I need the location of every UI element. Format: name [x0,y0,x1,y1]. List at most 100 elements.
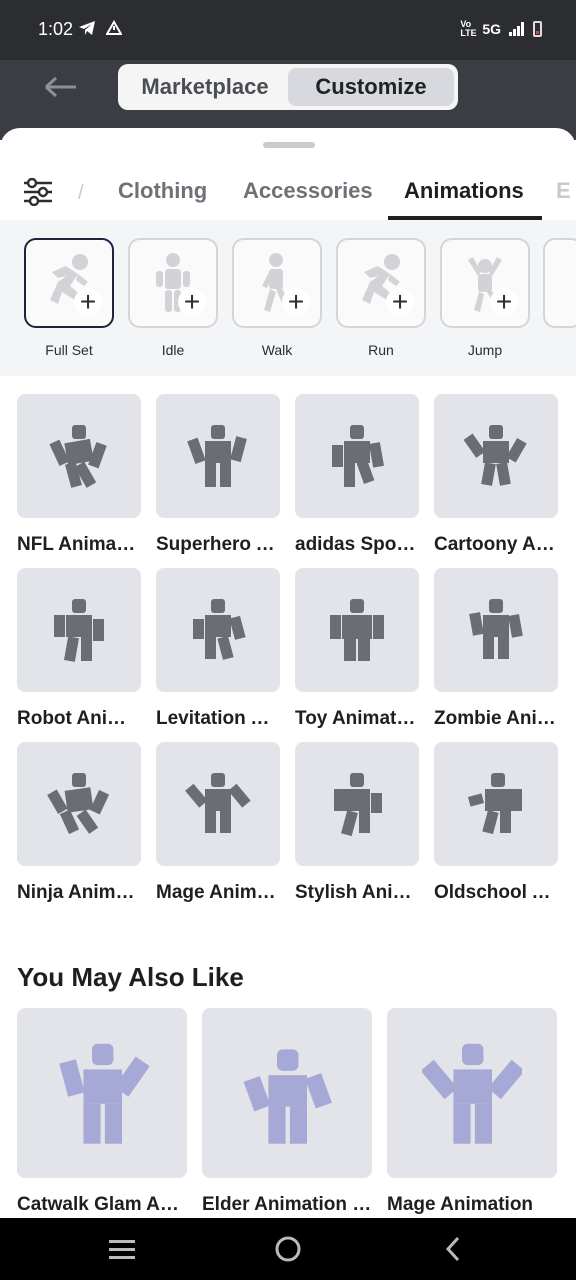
item-card[interactable]: Superhero Animation Pack [156,394,280,556]
item-name: Zombie Animation Pack [434,708,558,729]
item-name: Superhero Animation Pack [156,534,280,555]
back-arrow-icon[interactable] [42,72,78,102]
status-notification-icons [78,20,122,36]
item-card[interactable]: adidas Sports Animation Pack [295,394,419,556]
item-card[interactable]: Cartoony Animation Pack [434,394,558,556]
tab-animations[interactable]: Animations [404,178,524,204]
marketplace-customize-toggle: Marketplace Customize [118,64,458,110]
slot-box: + [440,238,530,328]
item-thumbnail [156,568,280,692]
filter-icon[interactable] [22,178,54,206]
back-icon[interactable] [436,1234,472,1264]
item-thumbnail [156,742,280,866]
add-icon: + [74,288,102,316]
status-time: 1:02 [38,19,74,39]
tab-accessories[interactable]: Accessories [243,178,373,204]
item-card[interactable]: Zombie Animation Pack [434,568,558,730]
item-thumbnail [295,568,419,692]
item-thumbnail [295,742,419,866]
item-card[interactable]: Mage Animation Pack [156,742,280,904]
item-name: Levitation Animation Pack [156,708,280,729]
slot-full-set[interactable]: + Full Set [24,238,114,358]
item-name: Toy Animation Pack [295,708,419,729]
slot-partial[interactable] [543,238,576,328]
item-name: NFL Animation Pack [17,534,141,555]
avatar-figure-icon [422,1043,522,1144]
avatar-figure-icon [59,1043,150,1144]
item-thumbnail [17,394,141,518]
avatar-figure-icon [243,1049,332,1144]
add-icon: + [282,288,310,316]
item-thumbnail [17,568,141,692]
segment-marketplace[interactable]: Marketplace [122,68,288,106]
tab-separator: / [78,182,84,204]
item-name: Oldschool Animation Pack [434,882,558,903]
tab-emotes-partial[interactable]: E [556,178,571,204]
status-system-icons: Vo LTE 5G [460,20,542,38]
item-card[interactable]: Levitation Animation Pack [156,568,280,730]
system-nav-bar [0,1218,576,1280]
item-thumbnail [202,1008,372,1178]
slot-label: Run [368,342,394,358]
sheet-drag-handle[interactable] [263,142,315,148]
avatar-figure-icon [463,425,527,486]
avatar-figure-icon [332,425,384,487]
volte-label: Vo LTE [460,19,477,38]
segment-customize[interactable]: Customize [288,68,454,106]
item-card[interactable]: Toy Animation Pack [295,568,419,730]
item-name: Stylish Animation Pack [295,882,419,903]
add-icon: + [490,288,518,316]
slot-walk[interactable]: + Walk [232,238,322,358]
item-card[interactable]: Stylish Animation Pack [295,742,419,904]
item-name: Mage Animation Pack [156,882,280,903]
item-thumbnail [434,394,558,518]
category-tabs: / Clothing Accessories Animations E [0,164,576,220]
avatar-figure-icon [193,599,246,660]
slot-box: + [336,238,426,328]
recommended-item-card[interactable]: Catwalk Glam Animation Pack [17,1008,187,1216]
item-name: Catwalk Glam Animation Pack [17,1194,187,1215]
item-thumbnail [434,568,558,692]
slot-box: + [232,238,322,328]
slot-run[interactable]: + Run [336,238,426,358]
slot-label: Jump [467,342,503,358]
slot-box: + [24,238,114,328]
item-name: Robot Animation Pack [17,708,141,729]
home-icon[interactable] [270,1234,306,1264]
avatar-figure-icon [49,425,107,488]
recents-menu-icon[interactable] [104,1234,140,1264]
item-name: Mage Animation [387,1194,534,1215]
slot-idle[interactable]: + Idle [128,238,218,358]
avatar-figure-icon [185,773,251,833]
item-name: Ninja Animation Pack [17,882,141,903]
battery-icon [533,21,542,37]
network-label: 5G [482,21,501,37]
add-icon: + [386,288,414,316]
alert-icon [106,20,122,35]
recommended-item-card[interactable]: Elder Animation Package [202,1008,372,1216]
slot-label: Full Set [45,342,93,358]
section-title-you-may-also-like: You May Also Like [17,962,244,992]
add-icon: + [178,288,206,316]
slot-label: Walk [261,342,293,358]
item-name: Elder Animation Package [202,1194,372,1215]
telegram-icon [79,21,95,35]
slot-jump[interactable]: + Jump [440,238,530,358]
status-bar: 1:02 Vo LTE 5G [0,0,576,60]
tab-clothing[interactable]: Clothing [118,178,207,204]
avatar-figure-icon [330,599,384,661]
customize-sheet: / Clothing Accessories Animations E + Fu… [0,128,576,1218]
item-thumbnail [17,742,141,866]
item-card[interactable]: Oldschool Animation Pack [434,742,558,904]
item-card[interactable]: Robot Animation Pack [17,568,141,730]
item-card[interactable]: Ninja Animation Pack [17,742,141,904]
item-card[interactable]: NFL Animation Pack [17,394,141,556]
avatar-figure-icon [467,773,522,835]
item-thumbnail [17,1008,187,1178]
animation-slots: + Full Set + Idle + Walk + Run + Jump [0,220,576,376]
item-thumbnail [295,394,419,518]
signal-icon [509,22,524,36]
item-thumbnail [387,1008,557,1178]
item-name: adidas Sports Animation Pack [295,534,419,555]
recommended-item-card[interactable]: Mage Animation [387,1008,557,1216]
